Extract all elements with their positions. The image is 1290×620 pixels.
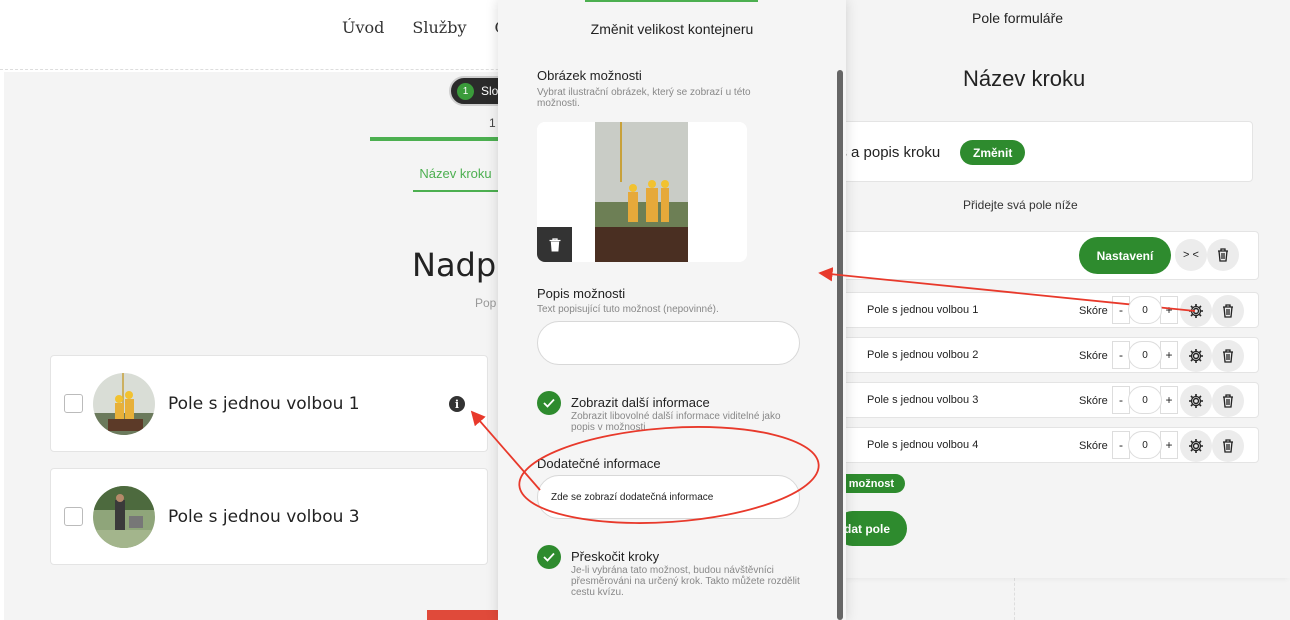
trash-icon[interactable] <box>1207 239 1239 271</box>
score-input[interactable]: 0 <box>1128 296 1162 324</box>
modal-scrollbar[interactable] <box>837 70 843 620</box>
option-row: Pole s jednou volbou 1 Skóre - 0 + <box>835 292 1259 328</box>
modal-accent-line <box>585 0 758 2</box>
preview-heading: Nadpi <box>412 246 506 284</box>
step-count: 1 <box>489 116 496 130</box>
skip-steps-checkbox[interactable] <box>537 545 561 569</box>
option-label: Pole s jednou volbou 1 <box>168 393 360 414</box>
change-button[interactable]: Změnit <box>960 140 1026 165</box>
step-title: Název kroku <box>963 66 1086 91</box>
option-label: Pole s jednou volbou 3 <box>168 506 360 527</box>
option-settings-modal: Změnit velikost kontejneru Obrázek možno… <box>498 0 846 620</box>
score-stepper: - 0 + <box>1112 386 1178 414</box>
option-row-label: Pole s jednou volbou 3 <box>867 394 979 406</box>
panel-title: Pole formuláře <box>972 10 1064 26</box>
option-row-label: Pole s jednou volbou 2 <box>867 349 979 361</box>
nav-item-sluzby[interactable]: Služby <box>412 18 466 37</box>
description-input[interactable] <box>537 321 800 365</box>
option-checkbox[interactable] <box>64 394 83 413</box>
step-description-box: is a popis kroku Změnit <box>835 121 1253 182</box>
tab-step-name[interactable]: Název kroku <box>413 166 498 192</box>
option-row: Pole s jednou volbou 3 Skóre - 0 + <box>835 382 1259 418</box>
quiz-option-card[interactable]: Pole s jednou volbou 3 <box>50 468 488 565</box>
trash-icon[interactable] <box>1212 385 1244 417</box>
score-label: Skóre <box>1079 305 1108 317</box>
trash-icon[interactable] <box>1212 340 1244 372</box>
preview-subheading: Pop <box>475 296 497 310</box>
skip-steps-label: Přeskočit kroky <box>571 549 660 564</box>
show-info-help: Zobrazit libovolné další informace vidit… <box>571 411 781 433</box>
add-fields-hint: Přidejte svá pole níže <box>963 198 1078 212</box>
extra-info-input[interactable]: Zde se zobrazí dodatečná informace <box>537 475 800 519</box>
score-stepper: - 0 + <box>1112 296 1178 324</box>
site-nav: Úvod Služby Ce <box>342 18 516 37</box>
option-row-label: Pole s jednou volbou 4 <box>867 439 979 451</box>
option-checkbox[interactable] <box>64 507 83 526</box>
show-info-checkbox[interactable] <box>537 391 561 415</box>
option-thumbnail <box>93 485 155 548</box>
score-input[interactable]: 0 <box>1128 431 1162 459</box>
option-image-preview[interactable] <box>537 122 747 262</box>
step-description-text: is a popis kroku <box>836 144 941 161</box>
score-label: Skóre <box>1079 395 1108 407</box>
progress-bar <box>370 137 500 141</box>
option-row-label: Pole s jednou volbou 1 <box>867 304 979 316</box>
option-row: Pole s jednou volbou 4 Skóre - 0 + <box>835 427 1259 463</box>
score-plus-button[interactable]: + <box>1160 431 1178 459</box>
info-icon[interactable]: i <box>449 396 465 412</box>
form-fields-panel: Pole formuláře Název kroku is a popis kr… <box>835 0 1290 578</box>
score-label: Skóre <box>1079 440 1108 452</box>
score-label: Skóre <box>1079 350 1108 362</box>
step-number-badge: 1 <box>457 82 474 100</box>
nav-item-uvod[interactable]: Úvod <box>342 18 384 37</box>
image-label: Obrázek možnosti <box>537 68 642 83</box>
score-stepper: - 0 + <box>1112 431 1178 459</box>
gear-icon[interactable] <box>1180 385 1212 417</box>
option-row: Pole s jednou volbou 2 Skóre - 0 + <box>835 337 1259 373</box>
collapse-icon[interactable]: > < <box>1175 239 1207 271</box>
image-delete-button[interactable] <box>537 227 572 262</box>
page-background <box>1014 578 1290 620</box>
show-info-label: Zobrazit další informace <box>571 395 710 410</box>
next-button[interactable] <box>427 610 499 620</box>
score-plus-button[interactable]: + <box>1160 386 1178 414</box>
score-plus-button[interactable]: + <box>1160 296 1178 324</box>
score-stepper: - 0 + <box>1112 341 1178 369</box>
skip-steps-help: Je-li vybrána tato možnost, budou návště… <box>571 565 800 598</box>
gear-icon[interactable] <box>1180 340 1212 372</box>
extra-info-label: Dodatečné informace <box>537 456 661 471</box>
trash-icon[interactable] <box>1212 295 1244 327</box>
field-row: Nastavení > < <box>835 231 1259 280</box>
score-input[interactable]: 0 <box>1128 386 1162 414</box>
gear-icon[interactable] <box>1180 295 1212 327</box>
description-label: Popis možnosti <box>537 286 626 301</box>
trash-icon[interactable] <box>1212 430 1244 462</box>
quiz-option-card[interactable]: Pole s jednou volbou 1 i <box>50 355 488 452</box>
score-input[interactable]: 0 <box>1128 341 1162 369</box>
description-help: Text popisující tuto možnost (nepovinné)… <box>537 304 719 315</box>
modal-title: Změnit velikost kontejneru <box>590 21 754 37</box>
settings-button[interactable]: Nastavení <box>1079 237 1171 274</box>
option-thumbnail <box>93 372 155 435</box>
image-help: Vybrat ilustrační obrázek, který se zobr… <box>537 87 751 109</box>
score-plus-button[interactable]: + <box>1160 341 1178 369</box>
gear-icon[interactable] <box>1180 430 1212 462</box>
